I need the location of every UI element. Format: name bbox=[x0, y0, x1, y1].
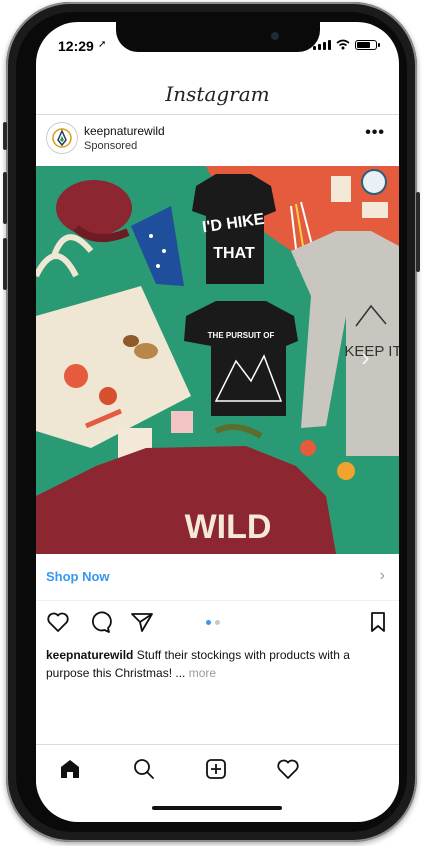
app-header: Instagram bbox=[36, 74, 399, 115]
share-icon[interactable] bbox=[130, 610, 154, 634]
bookmark-icon[interactable] bbox=[367, 610, 389, 634]
caption-username[interactable]: keepnaturewild bbox=[46, 648, 133, 662]
chevron-right-icon[interactable]: › bbox=[380, 567, 385, 585]
shop-now-button[interactable]: Shop Now bbox=[46, 569, 110, 584]
sponsored-label: Sponsored bbox=[84, 140, 138, 152]
activity-heart-icon[interactable] bbox=[276, 757, 300, 781]
brand-logo-icon bbox=[52, 128, 72, 148]
screen: 12:29 ➚ Instagram keepnaturewild Sponsor… bbox=[36, 22, 399, 822]
location-arrow-icon: ➚ bbox=[98, 39, 107, 50]
post-caption: keepnaturewild Stuff their stockings wit… bbox=[46, 646, 392, 682]
instagram-logo: Instagram bbox=[165, 82, 270, 106]
carousel-dot bbox=[215, 620, 220, 625]
notch bbox=[116, 22, 320, 52]
comment-icon[interactable] bbox=[88, 610, 112, 634]
volume-up-button bbox=[3, 172, 7, 224]
sweater-text: WILD bbox=[185, 508, 272, 546]
battery-icon bbox=[355, 40, 380, 50]
shirt-text-2: THAT bbox=[213, 245, 255, 262]
add-post-icon[interactable] bbox=[204, 757, 228, 781]
status-time: 12:29 bbox=[58, 38, 94, 54]
mute-switch bbox=[3, 122, 7, 150]
post-actions bbox=[36, 602, 399, 642]
caption-more-link[interactable]: more bbox=[189, 666, 216, 680]
post-header: keepnaturewild Sponsored ••• bbox=[36, 114, 399, 164]
shop-now-bar[interactable]: Shop Now › bbox=[36, 554, 399, 601]
wifi-icon bbox=[336, 39, 350, 50]
carousel-indicator bbox=[206, 620, 220, 625]
post-username[interactable]: keepnaturewild bbox=[84, 124, 165, 138]
search-icon[interactable] bbox=[132, 757, 156, 781]
more-options-button[interactable]: ••• bbox=[365, 124, 385, 142]
next-image-chevron-icon[interactable]: › bbox=[361, 342, 370, 372]
longsleeve-text: KEEP IT bbox=[344, 343, 399, 360]
power-button bbox=[416, 192, 420, 272]
bottom-tab-bar bbox=[36, 744, 399, 795]
heart-icon[interactable] bbox=[46, 610, 70, 634]
status-indicators bbox=[313, 39, 380, 50]
avatar[interactable] bbox=[46, 122, 78, 154]
tee-text: THE PURSUIT OF bbox=[208, 331, 275, 340]
home-indicator[interactable] bbox=[152, 806, 282, 810]
home-icon[interactable] bbox=[58, 757, 82, 781]
product-flatlay-image: I'D HIKE THAT KEEP IT THE PURSUIT OF WIL… bbox=[36, 166, 399, 554]
carousel-dot-active bbox=[206, 620, 211, 625]
post-image[interactable]: I'D HIKE THAT KEEP IT THE PURSUIT OF WIL… bbox=[36, 166, 399, 554]
volume-down-button bbox=[3, 238, 7, 290]
